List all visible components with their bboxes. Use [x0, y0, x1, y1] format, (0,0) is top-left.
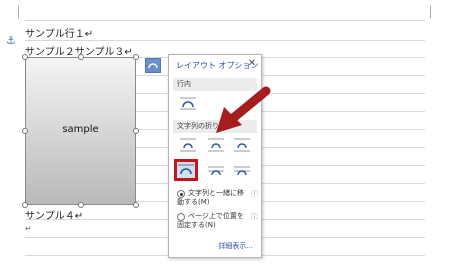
close-icon[interactable]: ✕ [248, 58, 256, 69]
wrap-tight-option[interactable] [207, 137, 225, 153]
layout-options-button[interactable] [145, 58, 161, 73]
resize-handle[interactable] [22, 54, 28, 60]
wrap-square-option[interactable] [179, 137, 197, 153]
move-with-text-radio[interactable]: 文字列と一緒に移動する(M) [177, 189, 249, 207]
layout-options-icon [148, 63, 158, 69]
radio-selected-icon [177, 190, 185, 198]
resize-handle[interactable] [133, 54, 139, 60]
fix-position-label: ページ上で位置を固定する(N) [177, 212, 244, 229]
info-icon[interactable]: ⓘ [251, 212, 258, 222]
detail-link[interactable]: 詳細表示... [218, 241, 253, 251]
wrap-through-option[interactable] [233, 137, 251, 153]
resize-handle[interactable] [78, 54, 84, 60]
wrap-in-front-option[interactable] [233, 162, 251, 178]
move-with-text-label: 文字列と一緒に移動する(M) [177, 189, 244, 206]
ruler-line [25, 40, 425, 41]
wrap-top-bottom-option[interactable] [174, 159, 198, 181]
fix-position-radio[interactable]: ページ上で位置を固定する(N) [177, 212, 249, 230]
info-icon[interactable]: ⓘ [251, 189, 258, 199]
sample-image[interactable]: sample [25, 57, 136, 205]
resize-handle[interactable] [22, 128, 28, 134]
ruler-line [25, 20, 425, 21]
resize-handle[interactable] [133, 202, 139, 208]
annotation-arrow [216, 86, 271, 133]
paragraph-line-5[interactable]: ↵ [25, 224, 32, 233]
margin-corner-marker [18, 6, 19, 18]
paragraph-line-4[interactable]: サンプル４↵ [25, 207, 83, 222]
panel-title: レイアウト オプション [176, 61, 259, 70]
wrap-inline-option[interactable] [179, 95, 197, 111]
margin-corner-marker [430, 6, 431, 18]
paragraph-line-1[interactable]: サンプル行１↵ [25, 25, 93, 40]
radio-unselected-icon [177, 213, 185, 221]
wrap-top-bottom-icon [178, 164, 194, 175]
image-label: sample [62, 124, 99, 135]
wrap-behind-text-option[interactable] [207, 162, 225, 178]
resize-handle[interactable] [133, 128, 139, 134]
anchor-icon: ⚓ [6, 34, 16, 47]
